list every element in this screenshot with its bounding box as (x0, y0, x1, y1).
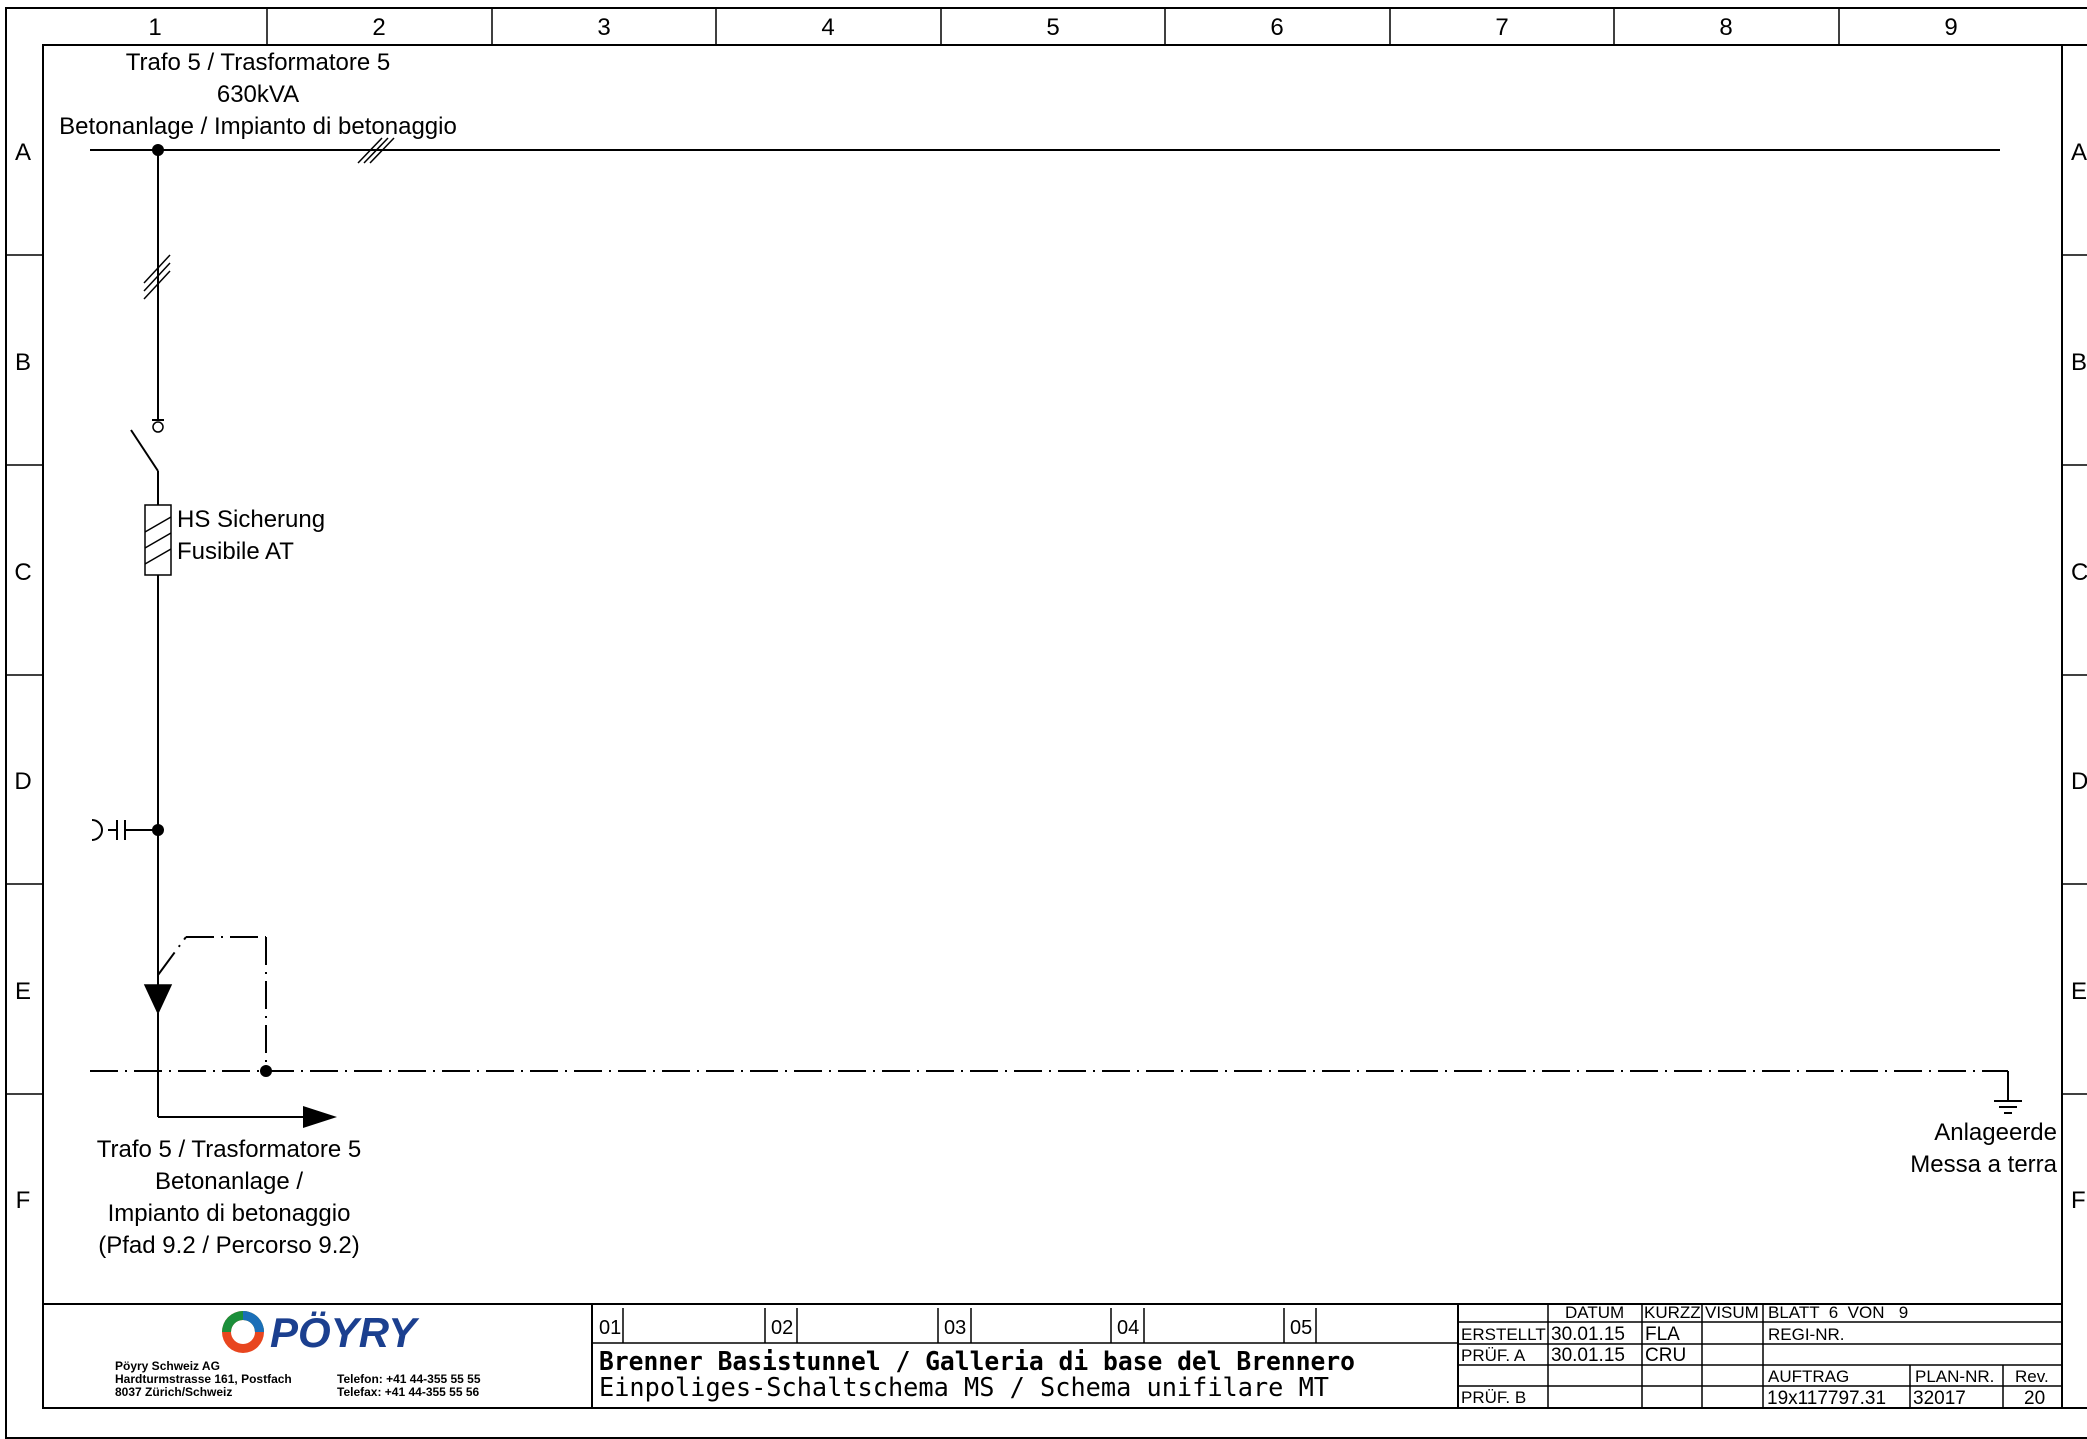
rev-slot-03: 03 (944, 1317, 966, 1339)
column-label-5: 5 (1046, 14, 1059, 41)
hdr-kurzz: KURZZ (1644, 1303, 1701, 1322)
row-dividers (6, 254, 2087, 1095)
logo-wordmark: PÖYRY (270, 1309, 420, 1356)
company-address-line2: 8037 Zürich/Schweiz (115, 1385, 232, 1399)
outgoing-label-line4: (Pfad 9.2 / Percorso 9.2) (98, 1232, 359, 1259)
pruef-a-kurzz: CRU (1645, 1345, 1686, 1366)
company-logo: PÖYRY (222, 1309, 420, 1356)
busbar-label-line3: Betonanlage / Impianto di betonaggio (59, 113, 457, 140)
disconnector-pivot-icon (152, 421, 164, 433)
erstellt-kurzz: FLA (1645, 1324, 1680, 1345)
earthing-switch-blade (157, 936, 187, 976)
auftrag-label: AUFTRAG (1768, 1367, 1849, 1386)
column-label-8: 8 (1719, 14, 1732, 41)
column-label-4: 4 (821, 14, 834, 41)
fuse-label-line1: HS Sicherung (177, 506, 325, 533)
hdr-visum: VISUM (1705, 1303, 1759, 1322)
company-address-line1: Hardturmstrasse 161, Postfach (115, 1372, 292, 1386)
regi-nr-label: REGI-NR. (1768, 1325, 1845, 1344)
column-label-7: 7 (1495, 14, 1508, 41)
column-label-9: 9 (1944, 14, 1957, 41)
row-label-b-right: B (2071, 349, 2087, 376)
row-label-b-left: B (15, 349, 31, 376)
company-name: Pöyry Schweiz AG (115, 1359, 220, 1373)
earthing-arrow-icon (143, 984, 173, 1015)
erstellt-datum: 30.01.15 (1551, 1324, 1625, 1345)
plan-nr-value: 32017 (1913, 1388, 1966, 1409)
rev-value: 20 (2024, 1388, 2045, 1409)
lbl-pruef-b: PRÜF. B (1461, 1388, 1526, 1407)
hv-fuse-hatch (144, 516, 172, 565)
rev-slot-05: 05 (1290, 1317, 1312, 1339)
outgoing-label-line1: Trafo 5 / Trasformatore 5 (97, 1136, 362, 1163)
earth-label-line2: Messa a terra (1910, 1151, 2057, 1178)
outgoing-arrow-icon (303, 1106, 337, 1128)
lbl-pruef-a: PRÜF. A (1461, 1346, 1526, 1365)
blatt-label: BLATT 6 VON 9 (1768, 1303, 1908, 1322)
rev-label: Rev. (2015, 1367, 2049, 1386)
voltage-indicator-icon (91, 819, 103, 841)
rev-slot-02: 02 (771, 1317, 793, 1339)
auftrag-value: 19x117797.31 (1767, 1388, 1886, 1409)
busbar-label-line2: 630kVA (217, 81, 299, 108)
company-fax: Telefax: +41 44-355 55 56 (337, 1385, 480, 1399)
row-label-a-left: A (15, 139, 31, 166)
schematic-sheet: 1 2 3 4 5 6 7 8 9 A B C D E F A B C D E … (5, 7, 2087, 1439)
hdr-datum: DATUM (1565, 1303, 1624, 1322)
row-label-c-right: C (2071, 559, 2087, 586)
earth-label-line1: Anlageerde (1934, 1119, 2057, 1146)
row-label-d-right: D (2071, 768, 2087, 795)
column-label-1: 1 (148, 14, 161, 41)
column-label-6: 6 (1270, 14, 1283, 41)
row-label-f-left: F (16, 1187, 31, 1214)
fuse-label-line2: Fusibile AT (177, 538, 294, 565)
rev-slot-04: 04 (1117, 1317, 1139, 1339)
row-label-e-right: E (2071, 978, 2087, 1005)
column-label-2: 2 (372, 14, 385, 41)
row-label-f-right: F (2071, 1187, 2086, 1214)
pruef-a-datum: 30.01.15 (1551, 1345, 1625, 1366)
outgoing-label-line2: Betonanlage / (155, 1168, 303, 1195)
column-label-3: 3 (597, 14, 610, 41)
outgoing-label-line3: Impianto di betonaggio (108, 1200, 351, 1227)
drawing-title: Einpoliges-Schaltschema MS / Schema unif… (599, 1373, 1329, 1403)
row-label-c-left: C (14, 559, 31, 586)
row-label-e-left: E (15, 978, 31, 1005)
ground-icon (1994, 1100, 2022, 1114)
disconnector-blade (130, 429, 159, 472)
row-label-a-right: A (2071, 139, 2087, 166)
row-label-d-left: D (14, 768, 31, 795)
company-phone: Telefon: +41 44-355 55 55 (337, 1372, 481, 1386)
rev-slot-01: 01 (599, 1317, 621, 1339)
lbl-erstellt: ERSTELLT (1461, 1325, 1546, 1344)
plan-nr-label: PLAN-NR. (1915, 1367, 1994, 1386)
busbar-label-line1: Trafo 5 / Trasformatore 5 (126, 49, 391, 76)
